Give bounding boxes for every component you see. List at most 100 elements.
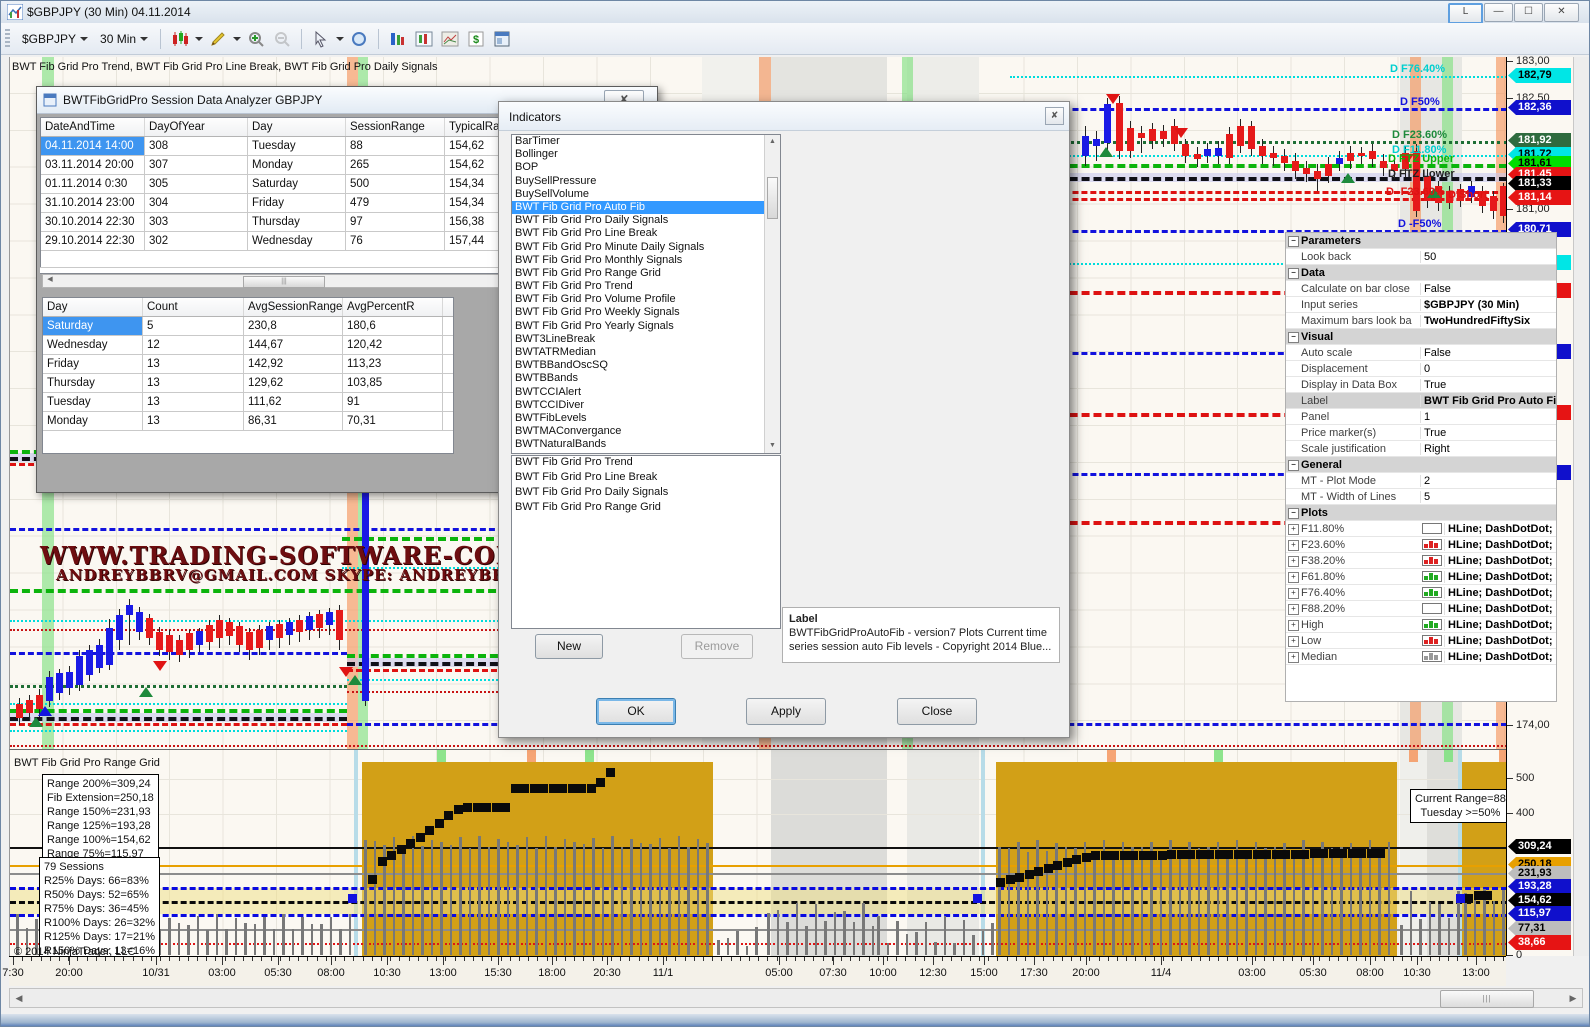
property-section[interactable]: −General (1286, 457, 1556, 473)
candlestick-style-icon[interactable] (169, 28, 191, 50)
property-row[interactable]: LabelBWT Fib Grid Pro Auto Fi (1286, 393, 1556, 409)
drawing-tools-icon[interactable] (207, 28, 229, 50)
column-header[interactable]: Count (143, 298, 244, 316)
column-header[interactable]: Day (248, 118, 346, 136)
plot-row[interactable]: +F88.20%HLine; DashDotDot; (1286, 601, 1556, 617)
table-row[interactable]: Wednesday12144,67120,42 (43, 336, 453, 355)
configured-indicator-item[interactable]: BWT Fib Grid Pro Line Break (512, 471, 780, 486)
indicator-list-item[interactable]: BWT3LineBreak (512, 333, 780, 346)
list-scrollbar[interactable]: ▲ ▼ (764, 135, 780, 453)
apply-button[interactable]: Apply (746, 698, 826, 725)
plot-row[interactable]: +F61.80%HLine; DashDotDot; (1286, 569, 1556, 585)
configured-indicator-item[interactable]: BWT Fib Grid Pro Range Grid (512, 501, 780, 516)
zoom-out-icon[interactable] (271, 28, 293, 50)
horizontal-scrollbar[interactable]: ◀ ||| ▶ (9, 988, 1583, 1008)
indicator-list-item[interactable]: BWT Fib Grid Pro Monthly Signals (512, 254, 780, 267)
indicator-list-item[interactable]: BuySellPressure (512, 175, 780, 188)
indicator-list-item[interactable]: BWT Fib Grid Pro Yearly Signals (512, 320, 780, 333)
close-dialog-button[interactable]: Close (897, 698, 977, 725)
property-section[interactable]: −Parameters (1286, 233, 1556, 249)
table-row[interactable]: Saturday5230,8180,6 (43, 317, 453, 336)
indicator-list-item[interactable]: BWT Fib Grid Pro Volume Profile (512, 293, 780, 306)
property-row[interactable]: Panel1 (1286, 409, 1556, 425)
indicator-list-item[interactable]: BWT Fib Grid Pro Auto Fib (512, 201, 780, 214)
indicator-list-item[interactable]: BOP (512, 161, 780, 174)
indicator-list-item[interactable]: BWT Fib Grid Pro Weekly Signals (512, 306, 780, 319)
table-row[interactable]: Tuesday13111,6291 (43, 393, 453, 412)
indicator-list-item[interactable]: BWTATRMedian (512, 346, 780, 359)
available-indicators-list[interactable]: ▲ ▼ BarTimerBollingerBOPBuySellPressureB… (511, 134, 781, 454)
scroll-right-arrow[interactable]: ▶ (1566, 991, 1580, 1005)
indicator-list-item[interactable]: BWT Fib Grid Pro Trend (512, 280, 780, 293)
cursor-icon[interactable] (310, 28, 332, 50)
day-stats-table[interactable]: DayCountAvgSessionRangeAvgPercentRSaturd… (42, 297, 454, 454)
range-grid-panel[interactable]: BWT Fib Grid Pro Range Grid Range 200%=3… (9, 749, 1506, 956)
property-row[interactable]: Price marker(s)True (1286, 425, 1556, 441)
property-row[interactable]: Auto scaleFalse (1286, 345, 1556, 361)
link-button[interactable]: L (1448, 3, 1483, 24)
indicator-list-item[interactable]: BarTimer (512, 135, 780, 148)
column-header[interactable]: SessionRange (346, 118, 445, 136)
minimize-button[interactable]: — (1484, 3, 1513, 22)
configured-indicator-item[interactable]: BWT Fib Grid Pro Daily Signals (512, 486, 780, 501)
time-axis[interactable]: 7:3020:0010/3103:0005:3008:0010:3013:001… (9, 956, 1506, 986)
plot-row[interactable]: +MedianHLine; DashDotDot; (1286, 649, 1556, 665)
table-row[interactable]: Monday1386,3170,31 (43, 412, 453, 431)
indicator-list-item[interactable]: BWTCCIAlert (512, 386, 780, 399)
indicator-list-item[interactable]: BuySellVolume (512, 188, 780, 201)
mini-chart-icon[interactable] (439, 28, 461, 50)
indicator-list-item[interactable]: BWT Fib Grid Pro Range Grid (512, 267, 780, 280)
plot-row[interactable]: +F38.20%HLine; DashDotDot; (1286, 553, 1556, 569)
output-window-icon[interactable] (491, 28, 513, 50)
remove-button[interactable]: Remove (681, 634, 753, 659)
indicator-list-item[interactable]: BWT Fib Grid Pro Minute Daily Signals (512, 241, 780, 254)
indicator-list-item[interactable]: BWTNaturalBands (512, 438, 780, 451)
property-section[interactable]: −Data (1286, 265, 1556, 281)
toolbar-grip[interactable] (5, 29, 10, 49)
instrument-selector[interactable]: $GBPJPY (18, 29, 92, 49)
plot-row[interactable]: +LowHLine; DashDotDot; (1286, 633, 1556, 649)
market-analyzer-icon[interactable] (413, 28, 435, 50)
configured-indicator-item[interactable]: BWT Fib Grid Pro Trend (512, 456, 780, 471)
property-row[interactable]: Calculate on bar closeFalse (1286, 281, 1556, 297)
plot-row[interactable]: +F11.80%HLine; DashDotDot; (1286, 521, 1556, 537)
property-section[interactable]: −Plots (1286, 505, 1556, 521)
scrollbar-thumb[interactable]: ||| (243, 276, 325, 288)
table-row[interactable]: Thursday13129,62103,85 (43, 374, 453, 393)
restore-button[interactable]: ☐ (1514, 3, 1543, 22)
property-section[interactable]: −Visual (1286, 329, 1556, 345)
properties-grid[interactable]: −ParametersLook back50−DataCalculate on … (1285, 232, 1557, 702)
table-row[interactable]: Friday13142,92113,23 (43, 355, 453, 374)
property-row[interactable]: Scale justificationRight (1286, 441, 1556, 457)
indicator-list-item[interactable]: BWTBBandOscSQ (512, 359, 780, 372)
property-row[interactable]: MT - Width of Lines5 (1286, 489, 1556, 505)
indicator-list-item[interactable]: BWTCCIDiver (512, 399, 780, 412)
indicator-list-item[interactable]: BWT Fib Grid Pro Line Break (512, 227, 780, 240)
data-box-icon[interactable] (348, 28, 370, 50)
chart-trader-icon[interactable] (387, 28, 409, 50)
indicator-list-item[interactable]: BWTMAConvergance (512, 425, 780, 438)
new-button[interactable]: New (535, 634, 603, 659)
indicator-list-item[interactable]: BWTFibLevels (512, 412, 780, 425)
chevron-down-icon[interactable] (195, 37, 203, 41)
property-row[interactable]: Input series$GBPJPY (30 Min) (1286, 297, 1556, 313)
plot-row[interactable]: +F23.60%HLine; DashDotDot; (1286, 537, 1556, 553)
property-row[interactable]: MT - Plot Mode2 (1286, 473, 1556, 489)
indicators-dialog[interactable]: Indicators ✘ ▲ ▼ BarTimerBollingerBOPBuy… (498, 101, 1070, 738)
close-button[interactable]: ✕ (1544, 3, 1579, 22)
interval-selector[interactable]: 30 Min (96, 29, 152, 49)
column-header[interactable]: Day (43, 298, 143, 316)
chevron-down-icon[interactable] (233, 37, 241, 41)
scroll-left-arrow[interactable]: ◀ (43, 273, 57, 287)
property-row[interactable]: Maximum bars look baTwoHundredFiftySix (1286, 313, 1556, 329)
ok-button[interactable]: OK (596, 698, 676, 725)
scrollbar-thumb[interactable]: ||| (1440, 990, 1534, 1008)
property-row[interactable]: Display in Data BoxTrue (1286, 377, 1556, 393)
zoom-in-icon[interactable] (245, 28, 267, 50)
dialog-close-button[interactable]: ✘ (1045, 107, 1064, 125)
column-header[interactable]: AvgSessionRange (244, 298, 343, 316)
column-header[interactable]: AvgPercentR (343, 298, 443, 316)
indicator-list-item[interactable]: Bollinger (512, 148, 780, 161)
table-header[interactable]: DayCountAvgSessionRangeAvgPercentR (43, 298, 453, 317)
indicator-list-item[interactable]: BWT Fib Grid Pro Daily Signals (512, 214, 780, 227)
